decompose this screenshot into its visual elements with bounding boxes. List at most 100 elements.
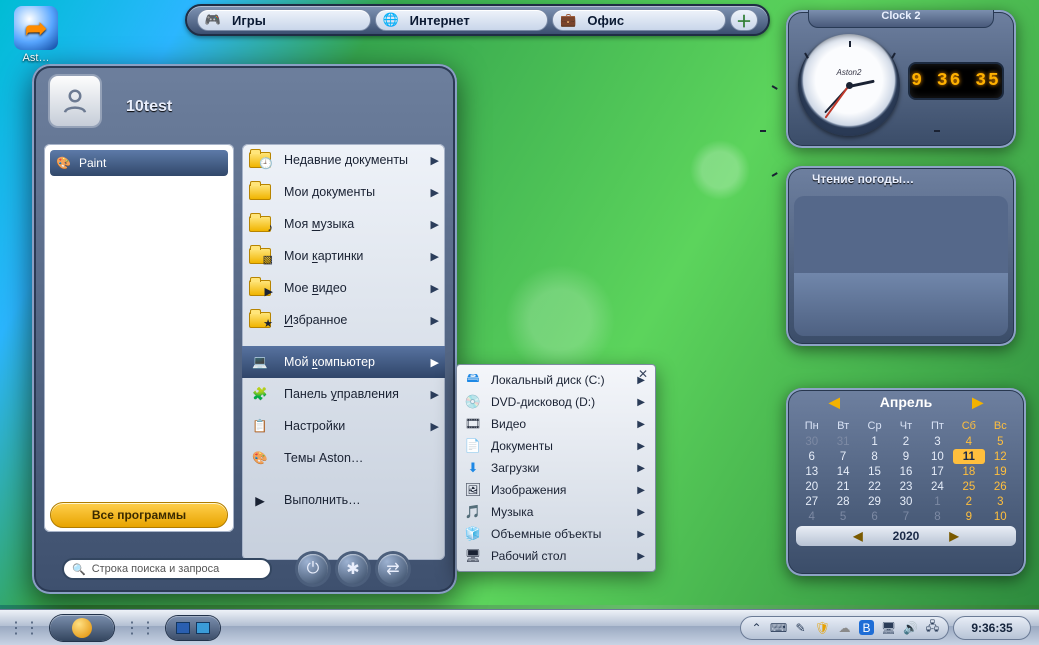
submenu-item[interactable]: 📄Документы▶: [457, 435, 655, 457]
calendar-day[interactable]: 22: [859, 479, 890, 494]
tray-security-icon[interactable]: 🛡: [815, 620, 830, 635]
submenu-close-button[interactable]: ✕: [635, 367, 651, 383]
toolbar-add-button[interactable]: ＋: [730, 9, 758, 31]
start-places-item[interactable]: ♪Моя музыка▶: [242, 208, 445, 240]
tray-network-icon[interactable]: 🖧: [925, 620, 940, 635]
start-button[interactable]: [50, 615, 114, 641]
clock-widget[interactable]: Clock 2 Aston2 9 36 35: [786, 10, 1016, 148]
calendar-day[interactable]: 5: [985, 434, 1016, 449]
calendar-day[interactable]: 4: [796, 509, 827, 524]
calendar-day[interactable]: 10: [985, 509, 1016, 524]
calendar-day[interactable]: 15: [859, 464, 890, 479]
pinned-item-paint[interactable]: 🎨 Paint: [50, 150, 228, 176]
submenu-item[interactable]: 🖼Изображения▶: [457, 479, 655, 501]
all-programs-button[interactable]: Все программы: [50, 502, 228, 528]
calendar-day[interactable]: 5: [827, 509, 858, 524]
start-places-item[interactable]: ★Избранное▶: [242, 304, 445, 336]
plus-icon: ＋: [736, 8, 752, 32]
power-buttons: ⏻ ✱ ⇄: [298, 554, 408, 584]
calendar-day[interactable]: 9: [953, 509, 984, 524]
start-orb-icon: [72, 618, 92, 638]
start-places-item[interactable]: Мои документы▶: [242, 176, 445, 208]
tray-keyboard-icon[interactable]: ⌨: [771, 620, 786, 635]
calendar-prev-month[interactable]: ◀: [829, 394, 840, 411]
calendar-next-year[interactable]: ▶: [949, 529, 958, 543]
submenu-item[interactable]: 🖴Локальный диск (C:)▶: [457, 369, 655, 391]
taskbar-clock[interactable]: 9:36:35: [953, 616, 1031, 640]
calendar-day[interactable]: 10: [922, 449, 953, 464]
user-avatar[interactable]: [48, 74, 102, 128]
calendar-day[interactable]: 2: [890, 434, 921, 449]
submenu-item[interactable]: 🎵Музыка▶: [457, 501, 655, 523]
calendar-day[interactable]: 13: [796, 464, 827, 479]
submenu-item[interactable]: ⬇Загрузки▶: [457, 457, 655, 479]
tray-bluetooth-icon[interactable]: B: [859, 620, 874, 635]
start-places-item[interactable]: 🧩Панель управления▶: [242, 378, 445, 410]
calendar-day[interactable]: 17: [922, 464, 953, 479]
calendar-day[interactable]: 27: [796, 494, 827, 509]
tray-display-icon[interactable]: 🖥: [881, 620, 896, 635]
toolbar-item-internet[interactable]: 🌐 Интернет: [375, 9, 549, 31]
calendar-prev-year[interactable]: ◀: [853, 529, 862, 543]
tray-pen-icon[interactable]: ✎: [793, 620, 808, 635]
calendar-day[interactable]: 21: [827, 479, 858, 494]
calendar-day[interactable]: 29: [859, 494, 890, 509]
calendar-day[interactable]: 20: [796, 479, 827, 494]
toolbar-item-games[interactable]: 🎮 Игры: [197, 9, 371, 31]
start-places-item[interactable]: ▶Мое видео▶: [242, 272, 445, 304]
start-places-item[interactable]: ▶Выполнить…: [242, 484, 445, 516]
calendar-day[interactable]: 7: [890, 509, 921, 524]
show-desktop-icon[interactable]: [176, 622, 190, 634]
start-places-item[interactable]: 🕘Недавние документы▶: [242, 144, 445, 176]
calendar-day[interactable]: 23: [890, 479, 921, 494]
calendar-day[interactable]: 1: [922, 494, 953, 509]
calendar-day[interactable]: 4: [953, 434, 984, 449]
calendar-day[interactable]: 16: [890, 464, 921, 479]
calendar-day[interactable]: 1: [859, 434, 890, 449]
calendar-day[interactable]: 6: [859, 509, 890, 524]
calendar-day[interactable]: 3: [922, 434, 953, 449]
calendar-day[interactable]: 18: [953, 464, 984, 479]
start-places-item[interactable]: ▧Мои картинки▶: [242, 240, 445, 272]
calendar-day[interactable]: 25: [953, 479, 984, 494]
calendar-day[interactable]: 6: [796, 449, 827, 464]
calendar-next-month[interactable]: ▶: [972, 394, 983, 411]
submenu-item[interactable]: 💿DVD-дисковод (D:)▶: [457, 391, 655, 413]
tray-onedrive-icon[interactable]: ☁: [837, 620, 852, 635]
tray-volume-icon[interactable]: 🔊: [903, 620, 918, 635]
toolbar-item-office[interactable]: 💼 Офис: [552, 9, 726, 31]
search-input[interactable]: 🔍 Строка поиска и запроса: [62, 558, 272, 580]
calendar-day[interactable]: 12: [985, 449, 1016, 464]
start-places-item[interactable]: 💻Мой компьютер▶: [242, 346, 445, 378]
calendar-day[interactable]: 28: [827, 494, 858, 509]
window-icon[interactable]: [196, 622, 210, 634]
calendar-day[interactable]: 7: [827, 449, 858, 464]
calendar-day[interactable]: 30: [890, 494, 921, 509]
switch-user-button[interactable]: ⇄: [378, 554, 408, 584]
calendar-day[interactable]: 19: [985, 464, 1016, 479]
weather-widget[interactable]: Чтение погоды…: [786, 166, 1016, 346]
calendar-day[interactable]: 24: [922, 479, 953, 494]
calendar-day[interactable]: 8: [859, 449, 890, 464]
calendar-day[interactable]: 8: [922, 509, 953, 524]
calendar-day[interactable]: 26: [985, 479, 1016, 494]
desktop-icon-aston[interactable]: ➦ Ast…: [10, 6, 62, 64]
calendar-day[interactable]: 31: [827, 434, 858, 449]
calendar-day[interactable]: 11: [953, 449, 984, 464]
lock-button[interactable]: ✱: [338, 554, 368, 584]
calendar-day[interactable]: 2: [953, 494, 984, 509]
submenu-item[interactable]: 🖥Рабочий стол▶: [457, 545, 655, 567]
calendar-widget[interactable]: ◀ Апрель ▶ ПнВтСрЧтПтСбВс 30311234567891…: [786, 388, 1026, 576]
tray-collapse-icon[interactable]: ⌃: [749, 620, 764, 635]
submenu-item[interactable]: 🎞Видео▶: [457, 413, 655, 435]
taskbar-grip-icon[interactable]: ⋮⋮: [124, 618, 156, 638]
calendar-day[interactable]: 30: [796, 434, 827, 449]
taskbar-grip-icon[interactable]: ⋮⋮: [8, 618, 40, 638]
start-places-item[interactable]: 🎨Темы Aston…: [242, 442, 445, 474]
calendar-day[interactable]: 14: [827, 464, 858, 479]
power-button[interactable]: ⏻: [298, 554, 328, 584]
calendar-day[interactable]: 3: [985, 494, 1016, 509]
submenu-item[interactable]: 🧊Объемные объекты▶: [457, 523, 655, 545]
calendar-day[interactable]: 9: [890, 449, 921, 464]
start-places-item[interactable]: 📋Настройки▶: [242, 410, 445, 442]
